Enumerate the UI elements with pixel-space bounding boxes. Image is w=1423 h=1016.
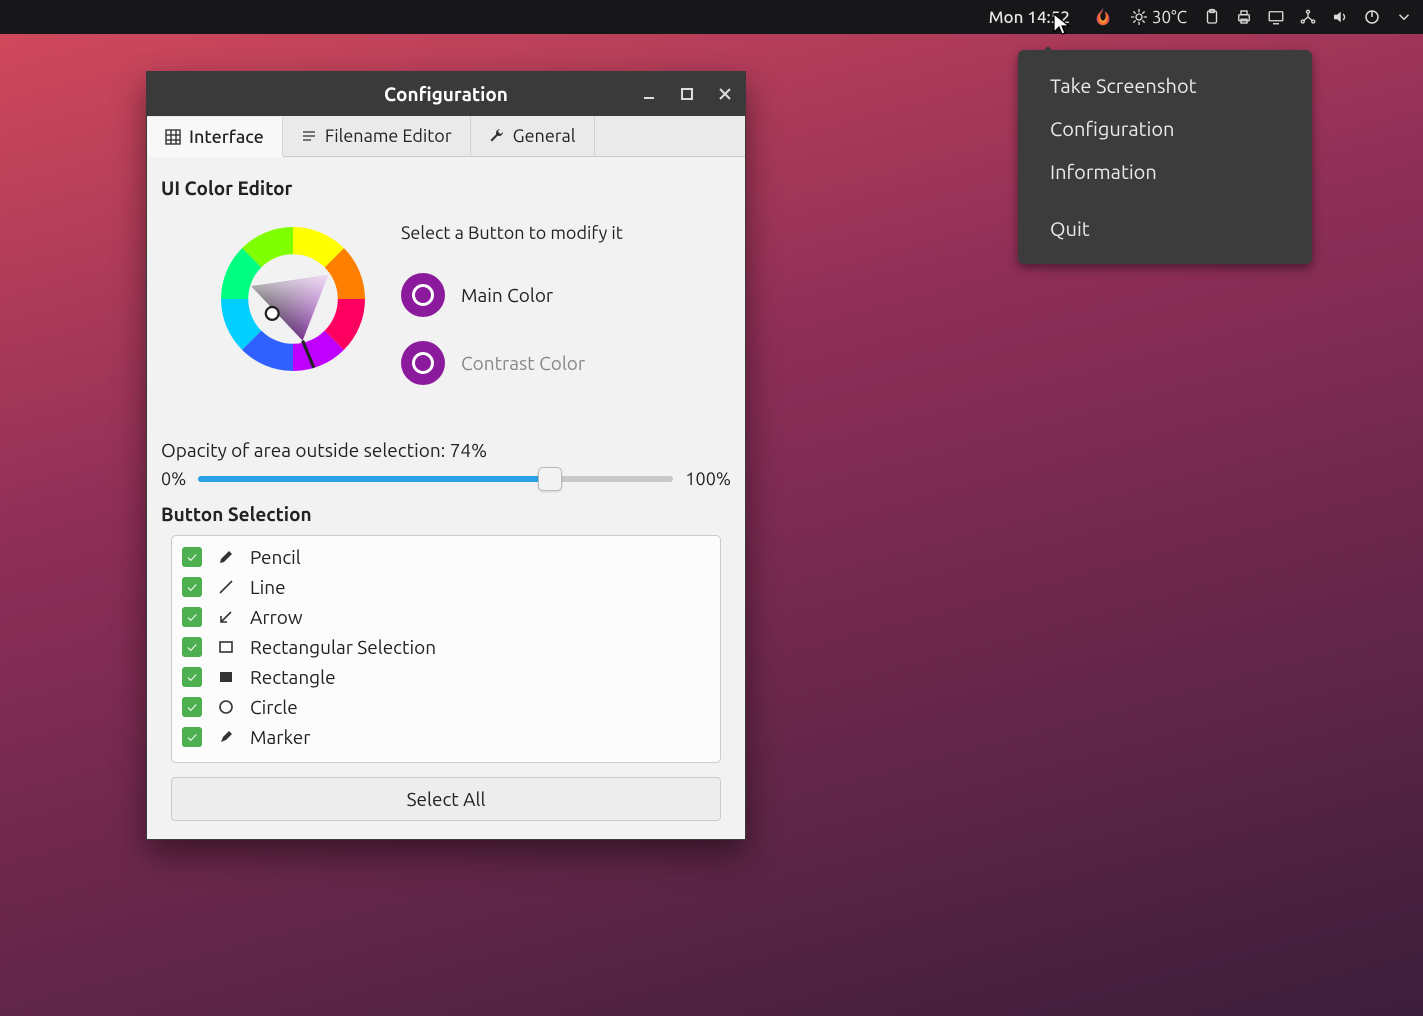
tab-general-label: General	[513, 126, 576, 146]
checkbox-arrow[interactable]: ✓	[182, 607, 202, 627]
rectangle-icon	[216, 669, 236, 685]
opacity-label: Opacity of area outside selection: 74%	[161, 439, 731, 461]
slider-max-label: 100%	[685, 469, 731, 489]
list-icon	[301, 128, 317, 144]
clipboard-icon[interactable]	[1203, 8, 1221, 26]
tool-row-marker[interactable]: ✓ Marker	[176, 722, 716, 752]
main-color-label: Main Color	[461, 284, 553, 306]
main-color-swatch[interactable]	[401, 273, 445, 317]
config-content: UI Color Editor	[147, 157, 745, 839]
slider-min-label: 0%	[161, 469, 186, 489]
network-icon[interactable]	[1299, 8, 1317, 26]
tray-menu-separator	[1018, 193, 1312, 207]
tab-filename-editor-label: Filename Editor	[325, 126, 452, 146]
checkbox-line[interactable]: ✓	[182, 577, 202, 597]
wrench-icon	[489, 128, 505, 144]
opacity-slider[interactable]	[198, 476, 673, 482]
contrast-color-label: Contrast Color	[461, 352, 585, 374]
window-titlebar[interactable]: Configuration	[147, 72, 745, 116]
flameshot-tray-menu: Take Screenshot Configuration Informatio…	[1018, 50, 1312, 264]
select-all-button[interactable]: Select All	[171, 777, 721, 821]
pencil-icon	[216, 549, 236, 565]
button-selection-title: Button Selection	[161, 503, 731, 525]
color-select-hint: Select a Button to modify it	[401, 223, 623, 243]
color-wheel[interactable]	[213, 219, 373, 379]
tool-label: Rectangular Selection	[250, 636, 436, 658]
tray-menu-quit[interactable]: Quit	[1018, 207, 1312, 250]
display-icon[interactable]	[1267, 8, 1285, 26]
arrow-icon	[216, 609, 236, 625]
volume-icon[interactable]	[1331, 8, 1349, 26]
checkbox-circle[interactable]: ✓	[182, 697, 202, 717]
checkbox-rectangle[interactable]: ✓	[182, 667, 202, 687]
flameshot-tray-icon[interactable]	[1092, 6, 1114, 28]
tool-row-rect-selection[interactable]: ✓ Rectangular Selection	[176, 632, 716, 662]
window-maximize-button[interactable]	[673, 80, 701, 108]
config-tabs: Interface Filename Editor General	[147, 116, 745, 157]
tab-general[interactable]: General	[471, 116, 595, 156]
panel-temperature-value: 30°C	[1152, 8, 1187, 27]
opacity-slider-fill	[198, 476, 550, 482]
tool-row-pencil[interactable]: ✓ Pencil	[176, 542, 716, 572]
opacity-slider-thumb[interactable]	[538, 467, 562, 491]
tool-label: Pencil	[250, 546, 301, 568]
checkbox-marker[interactable]: ✓	[182, 727, 202, 747]
tab-filename-editor[interactable]: Filename Editor	[283, 116, 471, 156]
chevron-down-icon[interactable]	[1395, 8, 1413, 26]
tool-row-rectangle[interactable]: ✓ Rectangle	[176, 662, 716, 692]
tab-interface-label: Interface	[189, 127, 264, 147]
contrast-color-swatch[interactable]	[401, 341, 445, 385]
window-minimize-button[interactable]	[635, 80, 663, 108]
checkbox-rect-selection[interactable]: ✓	[182, 637, 202, 657]
tool-label: Marker	[250, 726, 310, 748]
window-title: Configuration	[384, 83, 508, 105]
top-panel: Mon 14:52 30°C	[0, 0, 1423, 34]
window-close-button[interactable]	[711, 80, 739, 108]
tool-row-line[interactable]: ✓ Line	[176, 572, 716, 602]
grid-icon	[165, 129, 181, 145]
weather-icon	[1130, 8, 1148, 26]
tool-list[interactable]: ✓ Pencil ✓ Line ✓ Arrow ✓ Rectangular Se…	[171, 535, 721, 763]
tool-row-arrow[interactable]: ✓ Arrow	[176, 602, 716, 632]
rect-selection-icon	[216, 639, 236, 655]
circle-icon	[216, 699, 236, 715]
tool-label: Circle	[250, 696, 298, 718]
tab-interface[interactable]: Interface	[147, 117, 283, 157]
panel-weather[interactable]: 30°C	[1130, 8, 1187, 27]
power-icon[interactable]	[1363, 8, 1381, 26]
panel-clock: Mon 14:52	[989, 8, 1070, 27]
ui-color-editor-title: UI Color Editor	[161, 177, 731, 199]
tray-menu-information[interactable]: Information	[1018, 150, 1312, 193]
tool-label: Arrow	[250, 606, 303, 628]
tool-row-circle[interactable]: ✓ Circle	[176, 692, 716, 722]
marker-icon	[216, 729, 236, 745]
tool-label: Rectangle	[250, 666, 336, 688]
printer-icon[interactable]	[1235, 8, 1253, 26]
tool-label: Line	[250, 576, 286, 598]
line-icon	[216, 579, 236, 595]
tray-menu-take-screenshot[interactable]: Take Screenshot	[1018, 64, 1312, 107]
checkbox-pencil[interactable]: ✓	[182, 547, 202, 567]
configuration-window: Configuration Interface Filename Editor	[146, 71, 746, 840]
tray-menu-configuration[interactable]: Configuration	[1018, 107, 1312, 150]
